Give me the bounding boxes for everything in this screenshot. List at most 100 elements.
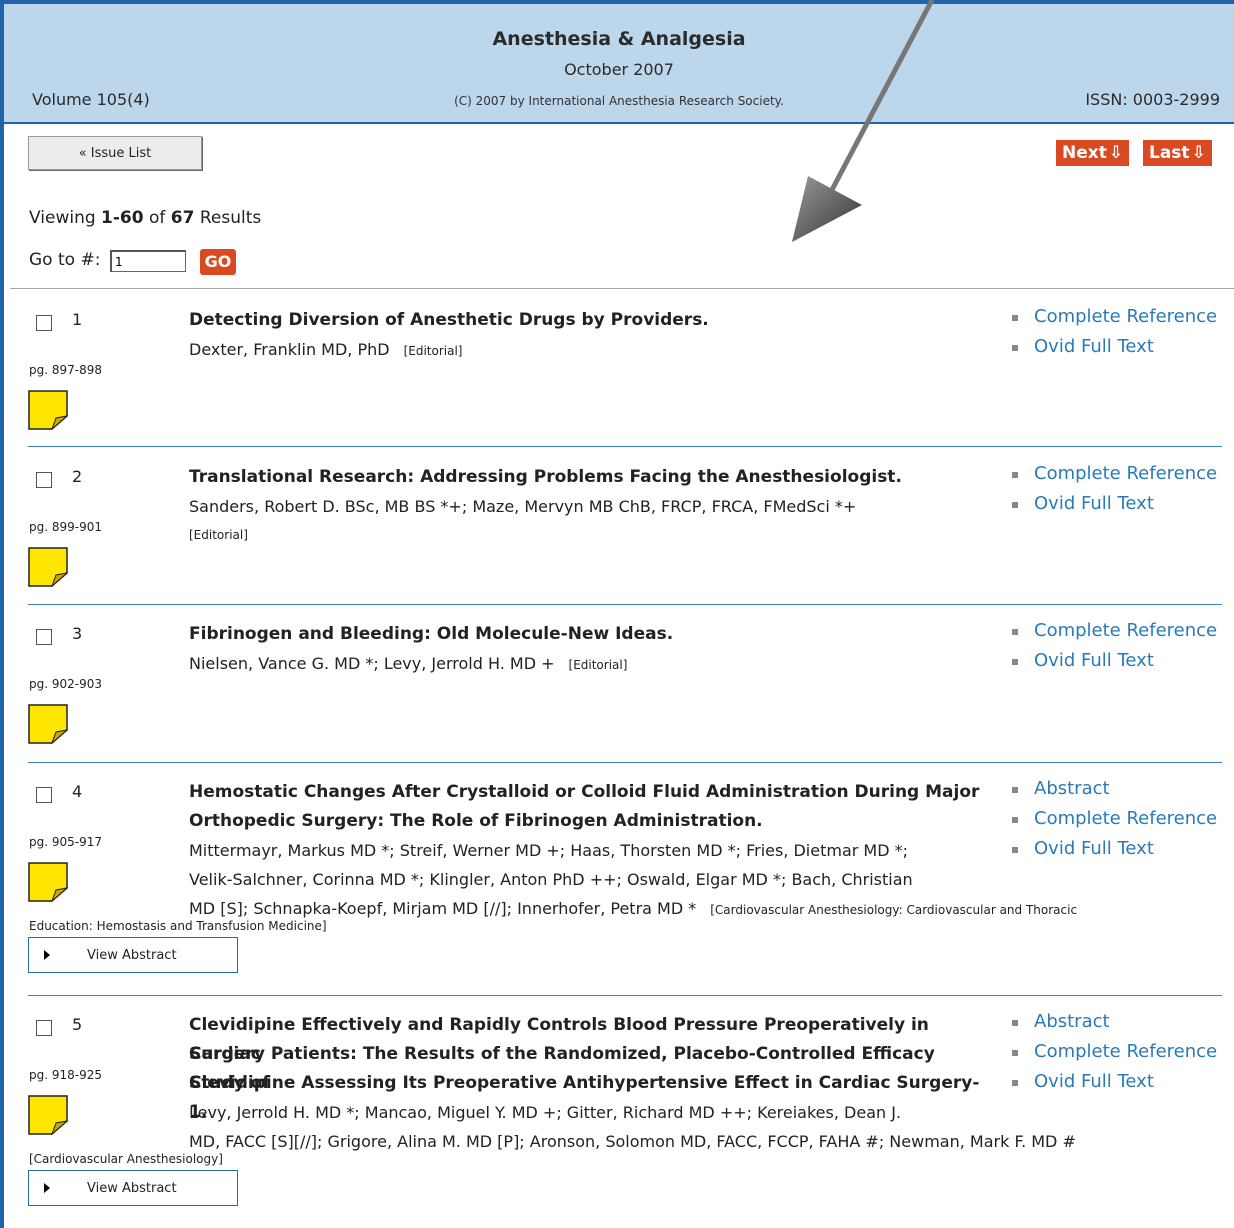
article-type-tag: [Cardiovascular Anesthesiology: Cardiova… bbox=[710, 903, 1078, 917]
author-text: MD, FACC [S][//]; Grigore, Alina M. MD [… bbox=[189, 1132, 1076, 1151]
goto-label: Go to #: bbox=[29, 250, 101, 270]
article-type-tag: [Editorial] bbox=[568, 658, 628, 672]
bullet-icon bbox=[1012, 1020, 1018, 1026]
article-type-tag: [Editorial] bbox=[189, 528, 248, 542]
results-word: Results bbox=[194, 208, 262, 228]
link-label: Complete Reference bbox=[1034, 463, 1218, 484]
copyright-text: (C) 2007 by International Anesthesia Res… bbox=[454, 94, 784, 108]
divider bbox=[10, 288, 1234, 289]
author-text: Velik-Salchner, Corinna MD *; Klingler, … bbox=[189, 870, 913, 889]
sticky-note-icon[interactable] bbox=[28, 862, 68, 902]
bullet-icon bbox=[1012, 659, 1018, 665]
arrow-down-icon: ⇩ bbox=[1108, 143, 1124, 163]
issn-label: ISSN: 0003-2999 bbox=[1085, 90, 1220, 109]
sticky-note-icon[interactable] bbox=[28, 547, 68, 587]
author-line: Velik-Salchner, Corinna MD *; Klingler, … bbox=[189, 865, 1209, 894]
select-checkbox[interactable] bbox=[36, 629, 52, 645]
sticky-note-icon[interactable] bbox=[28, 704, 68, 744]
link-label: Abstract bbox=[1034, 1011, 1110, 1032]
result-separator bbox=[28, 762, 1222, 763]
bullet-icon bbox=[1012, 787, 1018, 793]
page-range: pg. 918-925 bbox=[29, 1068, 103, 1082]
results-range: 1-60 bbox=[101, 208, 144, 228]
author-text: Dexter, Franklin MD, PhD bbox=[189, 340, 390, 359]
select-checkbox[interactable] bbox=[36, 472, 52, 488]
caret-right-icon bbox=[44, 950, 50, 960]
author-line: MD [S]; Schnapka-Koepf, Mirjam MD [//]; … bbox=[189, 894, 1209, 925]
article-title[interactable]: Hemostatic Changes After Crystalloid or … bbox=[189, 778, 989, 807]
next-button[interactable]: Next ⇩ bbox=[1056, 140, 1130, 166]
view-abstract-button[interactable]: View Abstract bbox=[28, 1170, 238, 1206]
bullet-icon bbox=[1012, 629, 1018, 635]
result-number: 4 bbox=[72, 782, 83, 801]
link-label: Complete Reference bbox=[1034, 1041, 1218, 1062]
link-label: Complete Reference bbox=[1034, 306, 1218, 327]
bullet-icon bbox=[1012, 1050, 1018, 1056]
pointer-arrow-icon bbox=[792, 0, 935, 242]
link-label: Ovid Full Text bbox=[1034, 650, 1154, 671]
link-label: Ovid Full Text bbox=[1034, 1071, 1154, 1092]
author-text: Nielsen, Vance G. MD *; Levy, Jerrold H.… bbox=[189, 654, 555, 673]
bullet-icon bbox=[1012, 345, 1018, 351]
arrow-down-icon: ⇩ bbox=[1191, 143, 1206, 163]
article-type-tag: [Editorial] bbox=[403, 344, 463, 358]
link-label: Ovid Full Text bbox=[1034, 838, 1154, 859]
select-checkbox[interactable] bbox=[36, 315, 52, 331]
select-checkbox[interactable] bbox=[36, 1020, 52, 1036]
page-range: pg. 897-898 bbox=[29, 363, 103, 377]
bullet-icon bbox=[1012, 502, 1018, 508]
result-number: 2 bbox=[72, 467, 83, 486]
journal-title: Anesthesia & Analgesia bbox=[492, 28, 746, 50]
goto-input[interactable] bbox=[110, 250, 186, 272]
result-number: 3 bbox=[72, 624, 83, 643]
journal-header: Anesthesia & Analgesia October 2007 Volu… bbox=[4, 4, 1234, 124]
bullet-icon bbox=[1012, 817, 1018, 823]
page-range: pg. 902-903 bbox=[29, 677, 103, 691]
view-abstract-button[interactable]: View Abstract bbox=[28, 937, 238, 973]
page-range: pg. 899-901 bbox=[29, 520, 103, 534]
sticky-note-icon[interactable] bbox=[28, 1095, 68, 1135]
result-separator bbox=[28, 604, 1222, 605]
author-text: Levy, Jerrold H. MD *; Mancao, Miguel Y.… bbox=[189, 1103, 902, 1122]
issue-date: October 2007 bbox=[564, 60, 674, 79]
select-checkbox[interactable] bbox=[36, 787, 52, 803]
viewing-prefix: Viewing bbox=[29, 208, 102, 228]
result-separator bbox=[28, 995, 1222, 996]
results-total: 67 bbox=[170, 208, 195, 228]
last-label: Last bbox=[1149, 143, 1190, 163]
bullet-icon bbox=[1012, 1080, 1018, 1086]
go-button[interactable]: GO bbox=[200, 249, 236, 275]
author-line: Levy, Jerrold H. MD *; Mancao, Miguel Y.… bbox=[189, 1098, 1209, 1127]
link-label: Ovid Full Text bbox=[1034, 493, 1154, 514]
link-label: Complete Reference bbox=[1034, 620, 1218, 641]
sticky-note-icon[interactable] bbox=[28, 390, 68, 430]
of-text: of bbox=[143, 208, 171, 228]
result-number: 1 bbox=[72, 310, 83, 329]
link-label: Abstract bbox=[1034, 778, 1110, 799]
author-text: MD [S]; Schnapka-Koepf, Mirjam MD [//]; … bbox=[189, 899, 697, 918]
article-title[interactable]: Orthopedic Surgery: The Role of Fibrinog… bbox=[189, 807, 989, 836]
article-title[interactable]: Fibrinogen and Bleeding: Old Molecule-Ne… bbox=[189, 620, 989, 649]
next-label: Next bbox=[1062, 143, 1107, 163]
results-summary: Viewing 1-60 of 67 Results bbox=[29, 208, 261, 228]
article-type-tag: Education: Hemostasis and Transfusion Me… bbox=[29, 919, 327, 933]
last-button[interactable]: Last ⇩ bbox=[1143, 140, 1212, 166]
caret-right-icon bbox=[44, 1183, 50, 1193]
issue-list-button[interactable]: « Issue List bbox=[28, 136, 202, 170]
bullet-icon bbox=[1012, 315, 1018, 321]
article-title[interactable]: Translational Research: Addressing Probl… bbox=[189, 463, 989, 492]
link-label: Complete Reference bbox=[1034, 808, 1218, 829]
result-number: 5 bbox=[72, 1015, 83, 1034]
page-range: pg. 905-917 bbox=[29, 835, 103, 849]
view-abstract-label: View Abstract bbox=[87, 948, 177, 963]
result-separator bbox=[28, 446, 1222, 447]
article-title[interactable]: Detecting Diversion of Anesthetic Drugs … bbox=[189, 306, 989, 335]
bullet-icon bbox=[1012, 472, 1018, 478]
author-text: Sanders, Robert D. BSc, MB BS *+; Maze, … bbox=[189, 497, 857, 516]
author-text: Mittermayr, Markus MD *; Streif, Werner … bbox=[189, 841, 909, 860]
link-label: Ovid Full Text bbox=[1034, 336, 1154, 357]
view-abstract-label: View Abstract bbox=[87, 1181, 177, 1196]
article-type-tag: [Cardiovascular Anesthesiology] bbox=[29, 1152, 223, 1166]
author-line: MD, FACC [S][//]; Grigore, Alina M. MD [… bbox=[189, 1127, 1209, 1156]
bullet-icon bbox=[1012, 847, 1018, 853]
